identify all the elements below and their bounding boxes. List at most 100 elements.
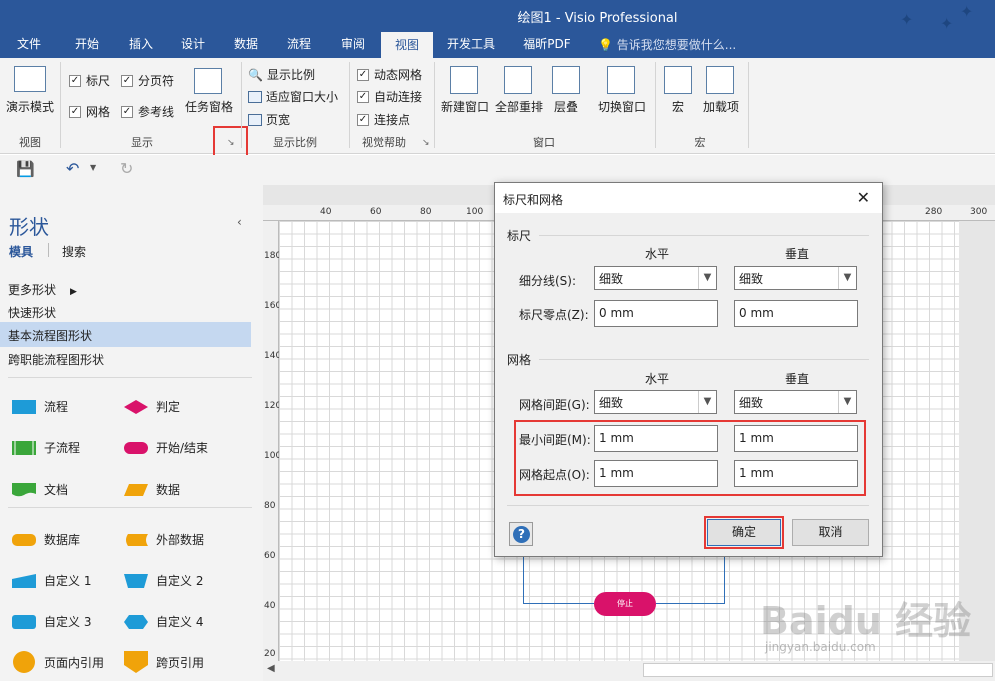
dynamic-grid-checkbox[interactable]: ✓ 动态网格	[357, 66, 422, 83]
shape-decision[interactable]: 判定	[124, 398, 180, 415]
custom3-shape-icon	[12, 614, 36, 629]
ribbon: 演示模式 视图 ✓ 标尺 ✓ 分页符 ✓ 网格 ✓ 参考线 任务窗格 显示 ↘ 🔍 显示比…	[0, 58, 995, 164]
page-width-button[interactable]: 页宽	[248, 111, 290, 128]
shape-custom-1[interactable]: 自定义 1	[12, 572, 91, 589]
chevron-down-icon[interactable]: ▼	[90, 163, 96, 172]
shape-custom-3[interactable]: 自定义 3	[12, 613, 91, 630]
tab-review[interactable]: 审阅	[332, 32, 374, 58]
basic-flowchart-stencil[interactable]: 基本流程图形状	[8, 327, 92, 344]
save-icon[interactable]: 💾	[16, 160, 35, 178]
arrange-all-button[interactable]: 全部重排	[492, 98, 546, 115]
tab-design[interactable]: 设计	[172, 32, 214, 58]
shape-custom-4[interactable]: 自定义 4	[124, 613, 203, 630]
shape-external-data[interactable]: 外部数据	[124, 531, 204, 548]
cancel-button[interactable]: 取消	[792, 519, 869, 546]
switch-window-button[interactable]: 切换窗口	[592, 98, 652, 115]
cascade-button[interactable]: 层叠	[546, 98, 586, 115]
tab-search[interactable]: 搜索	[62, 243, 86, 260]
ruler-zero-h-input[interactable]: 0 mm	[594, 300, 718, 327]
subdivisions-h-select[interactable]: 细致 ▼	[594, 266, 717, 290]
tab-foxit-pdf[interactable]: 福昕PDF	[516, 32, 578, 58]
stop-terminator-shape[interactable]: 停止	[594, 592, 656, 616]
dialog-launcher-icon[interactable]: ↘	[227, 138, 235, 148]
group-label-zoom: 显示比例	[273, 136, 317, 149]
shape-custom-2[interactable]: 自定义 2	[124, 572, 203, 589]
ruler-zero-v-input[interactable]: 0 mm	[734, 300, 858, 327]
undo-icon[interactable]: ↶	[66, 159, 79, 178]
shape-subprocess[interactable]: 子流程	[12, 439, 80, 456]
shape-process[interactable]: 流程	[12, 398, 68, 415]
tab-home[interactable]: 开始	[66, 32, 108, 58]
shape-start-end[interactable]: 开始/结束	[124, 439, 208, 456]
grid-spacing-h-select[interactable]: 细致 ▼	[594, 390, 717, 414]
decision-shape-icon	[124, 399, 148, 414]
tab-developer[interactable]: 开发工具	[441, 32, 501, 58]
lightbulb-icon: 💡	[598, 38, 613, 52]
zoom-button[interactable]: 🔍 显示比例	[248, 66, 315, 83]
collapse-panel-icon[interactable]: ‹	[237, 215, 242, 229]
custom1-shape-icon	[12, 573, 36, 588]
grid-spacing-v-select[interactable]: 细致 ▼	[734, 390, 857, 414]
checkbox-checked-icon: ✓	[121, 74, 133, 87]
subprocess-shape-icon	[12, 440, 36, 455]
tab-stencils[interactable]: 模具	[9, 243, 33, 260]
separator	[60, 62, 61, 148]
autoconnect-checkbox[interactable]: ✓ 自动连接	[357, 88, 422, 105]
redo-icon[interactable]: ↻	[120, 159, 133, 178]
highlight-ok-button	[704, 516, 784, 549]
subdivisions-v-select[interactable]: 细致 ▼	[734, 266, 857, 290]
task-pane-button[interactable]: 任务窗格	[182, 98, 236, 115]
tab-process[interactable]: 流程	[278, 32, 320, 58]
highlight-grid-fields	[514, 420, 866, 496]
more-shapes-menu[interactable]: 更多形状 ▶	[8, 281, 77, 298]
pagebreak-checkbox[interactable]: ✓ 分页符	[121, 72, 174, 89]
connection-points-checkbox[interactable]: ✓ 连接点	[357, 111, 410, 128]
ruler-checkbox[interactable]: ✓ 标尺	[69, 72, 110, 89]
shape-on-page-reference[interactable]: 页面内引用	[12, 651, 104, 673]
help-button[interactable]: ?	[509, 522, 533, 546]
ruler-tick-label: 60	[264, 551, 276, 561]
divider	[507, 505, 869, 506]
grid-checkbox[interactable]: ✓ 网格	[69, 103, 110, 120]
ruler-tick-label: 20	[264, 649, 276, 659]
shape-data[interactable]: 数据	[124, 481, 180, 498]
guides-checkbox[interactable]: ✓ 参考线	[121, 103, 174, 120]
group-label-views: 视图	[19, 136, 41, 149]
column-vertical: 垂直	[785, 247, 810, 261]
dialog-title-bar: 标尺和网格 ✕	[495, 183, 882, 213]
bird-decoration-icon: ✦	[960, 2, 974, 21]
presentation-mode-button[interactable]: 演示模式	[4, 98, 56, 115]
horizontal-scrollbar[interactable]: ◀	[263, 661, 995, 681]
ruler-tick-label: 40	[264, 601, 276, 611]
tab-view[interactable]: 视图	[381, 32, 433, 58]
tab-data[interactable]: 数据	[225, 32, 267, 58]
scroll-left-icon[interactable]: ◀	[267, 663, 275, 674]
cross-functional-stencil[interactable]: 跨职能流程图形状	[8, 351, 104, 368]
section-ruler: 标尺	[507, 229, 532, 243]
dialog-launcher-icon[interactable]: ↘	[422, 138, 430, 148]
group-label-macros: 宏	[694, 136, 706, 149]
column-vertical: 垂直	[785, 372, 810, 386]
on-page-ref-icon	[13, 651, 35, 673]
group-label-visual-aids: 视觉帮助	[362, 136, 406, 149]
tab-file[interactable]: 文件	[8, 32, 50, 58]
addins-button[interactable]: 加载项	[698, 98, 744, 115]
quick-shapes-item[interactable]: 快速形状	[8, 304, 56, 321]
close-icon[interactable]: ✕	[857, 188, 870, 207]
scrollbar-thumb[interactable]	[643, 663, 993, 677]
shape-document[interactable]: 文档	[12, 481, 68, 498]
checkbox-checked-icon: ✓	[357, 90, 369, 103]
shape-database[interactable]: 数据库	[12, 531, 80, 548]
tab-insert[interactable]: 插入	[120, 32, 162, 58]
shape-off-page-reference[interactable]: 跨页引用	[124, 651, 204, 673]
watermark-url: jingyan.baidu.com	[765, 640, 876, 654]
section-divider	[539, 235, 869, 236]
shapes-panel: 形状 ‹ 模具 搜索 更多形状 ▶ 快速形状 基本流程图形状 跨职能流程图形状 流…	[0, 185, 263, 681]
new-window-button[interactable]: 新建窗口	[438, 98, 492, 115]
ruler-tick-label: 80	[420, 207, 432, 217]
tell-me-search[interactable]: 💡 告诉我您想要做什么...	[598, 36, 736, 53]
fit-window-button[interactable]: 适应窗口大小	[248, 88, 338, 105]
new-window-icon	[450, 66, 478, 94]
section-divider	[539, 359, 869, 360]
macros-button[interactable]: 宏	[664, 98, 692, 115]
